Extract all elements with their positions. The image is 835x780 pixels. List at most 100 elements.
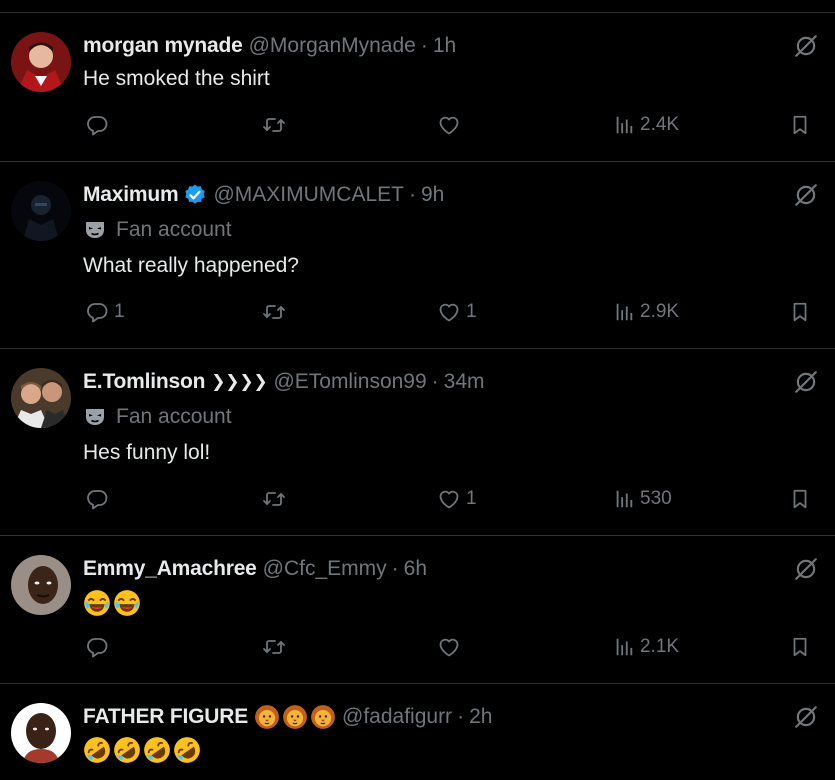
views-button[interactable]: 2.4K <box>613 113 679 137</box>
reply-icon <box>85 487 109 511</box>
bookmark-icon <box>789 300 811 324</box>
post-emoji-text <box>83 736 201 764</box>
views-icon <box>613 487 635 511</box>
repost-button[interactable] <box>260 300 293 324</box>
like-button[interactable] <box>437 635 466 659</box>
handle[interactable]: @MAXIMUMCALET <box>213 183 404 207</box>
post-maximum[interactable]: Maximum @MAXIMUMCALET · 9h Fan account W… <box>0 162 835 349</box>
rolling-on-floor-laughing-icon <box>173 736 201 764</box>
rolling-on-floor-laughing-icon <box>113 736 141 764</box>
avatar[interactable] <box>11 555 71 615</box>
grok-icon[interactable] <box>793 182 819 208</box>
fan-mask-icon <box>83 405 107 429</box>
views-button[interactable]: 2.9K <box>613 300 679 324</box>
like-icon <box>437 487 461 511</box>
views-button[interactable]: 2.1K <box>613 635 679 659</box>
rolling-on-floor-laughing-icon <box>83 736 111 764</box>
display-name[interactable]: FATHER FIGURE <box>83 705 248 729</box>
separator-dot: · <box>420 34 428 57</box>
lion-face-icon <box>282 704 308 730</box>
reply-button[interactable] <box>85 635 114 659</box>
lion-face-icon <box>310 704 336 730</box>
reply-button[interactable] <box>85 113 114 137</box>
like-button[interactable]: 1 <box>437 300 477 324</box>
repost-icon <box>260 113 288 137</box>
lion-face-icon <box>254 704 280 730</box>
post-header: FATHER FIGURE @fadafigurr · 2h <box>83 704 492 730</box>
fan-account-label: Fan account <box>83 405 232 429</box>
views-button[interactable]: 530 <box>613 487 672 511</box>
reply-feed: morgan mynade @MorganMynade · 1h He smok… <box>0 0 835 780</box>
repost-button[interactable] <box>260 635 293 659</box>
grok-icon[interactable] <box>793 369 819 395</box>
like-icon <box>437 300 461 324</box>
like-icon <box>437 113 461 137</box>
timestamp[interactable]: 9h <box>421 183 444 207</box>
display-name[interactable]: Maximum <box>83 183 179 207</box>
bookmark-icon <box>789 487 811 511</box>
separator-dot: · <box>431 370 439 393</box>
like-icon <box>437 635 461 659</box>
timestamp[interactable]: 1h <box>433 34 456 58</box>
name-emojis <box>254 704 336 730</box>
repost-icon <box>260 487 288 511</box>
display-name[interactable]: Emmy_Amachree <box>83 557 257 581</box>
post-father-figure[interactable]: FATHER FIGURE @fadafigurr · 2h <box>0 684 835 780</box>
display-name[interactable]: morgan mynade <box>83 34 243 58</box>
views-count: 530 <box>640 488 672 509</box>
display-name[interactable]: E.Tomlinson <box>83 370 205 394</box>
post-emmy-amachree[interactable]: Emmy_Amachree @Cfc_Emmy · 6h 2.1K <box>0 536 835 684</box>
views-icon <box>613 635 635 659</box>
action-bar: 2.4K <box>0 113 835 143</box>
like-button[interactable] <box>437 113 466 137</box>
action-bar: 1 530 <box>0 487 835 517</box>
handle[interactable]: @MorganMynade <box>249 34 416 58</box>
timestamp[interactable]: 2h <box>469 705 492 729</box>
post-morgan-mynade[interactable]: morgan mynade @MorganMynade · 1h He smok… <box>0 13 835 162</box>
fan-account-text: Fan account <box>116 218 232 241</box>
post-etomlinson[interactable]: E.Tomlinson ❯❯❯❯ @ETomlinson99 · 34m Fan… <box>0 349 835 536</box>
reply-button[interactable]: 1 <box>85 300 125 324</box>
rolling-on-floor-laughing-icon <box>143 736 171 764</box>
timestamp[interactable]: 6h <box>404 557 427 581</box>
handle[interactable]: @fadafigurr <box>342 705 452 729</box>
verified-badge-icon[interactable] <box>183 183 207 207</box>
post-header: morgan mynade @MorganMynade · 1h <box>83 33 456 59</box>
separator-dot: · <box>391 557 399 580</box>
fan-account-text: Fan account <box>116 405 232 428</box>
post-text: He smoked the shirt <box>83 67 270 90</box>
bookmark-button[interactable] <box>789 635 811 659</box>
grok-icon[interactable] <box>793 704 819 730</box>
bookmark-button[interactable] <box>789 113 811 137</box>
grok-icon[interactable] <box>793 33 819 59</box>
action-bar: 2.1K <box>0 635 835 665</box>
bookmark-icon <box>789 113 811 137</box>
avatar[interactable] <box>11 32 71 92</box>
avatar[interactable] <box>11 368 71 428</box>
reply-icon <box>85 635 109 659</box>
grok-icon[interactable] <box>793 556 819 582</box>
face-with-tears-of-joy-icon <box>83 589 111 617</box>
like-count: 1 <box>466 488 477 509</box>
reply-button[interactable] <box>85 487 114 511</box>
action-bar: 1 1 2.9K <box>0 300 835 330</box>
repost-button[interactable] <box>260 487 293 511</box>
avatar[interactable] <box>11 181 71 241</box>
bookmark-button[interactable] <box>789 300 811 324</box>
bookmark-button[interactable] <box>789 487 811 511</box>
post-emoji-text <box>83 589 141 617</box>
like-button[interactable]: 1 <box>437 487 477 511</box>
views-count: 2.4K <box>640 114 680 135</box>
face-with-tears-of-joy-icon <box>113 589 141 617</box>
reply-icon <box>85 113 109 137</box>
handle[interactable]: @ETomlinson99 <box>273 370 426 394</box>
repost-button[interactable] <box>260 113 293 137</box>
name-chevrons: ❯❯❯❯ <box>211 372 268 391</box>
reply-count: 1 <box>114 301 125 322</box>
avatar[interactable] <box>11 703 71 763</box>
repost-icon <box>260 635 288 659</box>
like-count: 1 <box>466 301 477 322</box>
post-header: Maximum @MAXIMUMCALET · 9h <box>83 182 444 208</box>
handle[interactable]: @Cfc_Emmy <box>263 557 387 581</box>
timestamp[interactable]: 34m <box>444 370 485 394</box>
